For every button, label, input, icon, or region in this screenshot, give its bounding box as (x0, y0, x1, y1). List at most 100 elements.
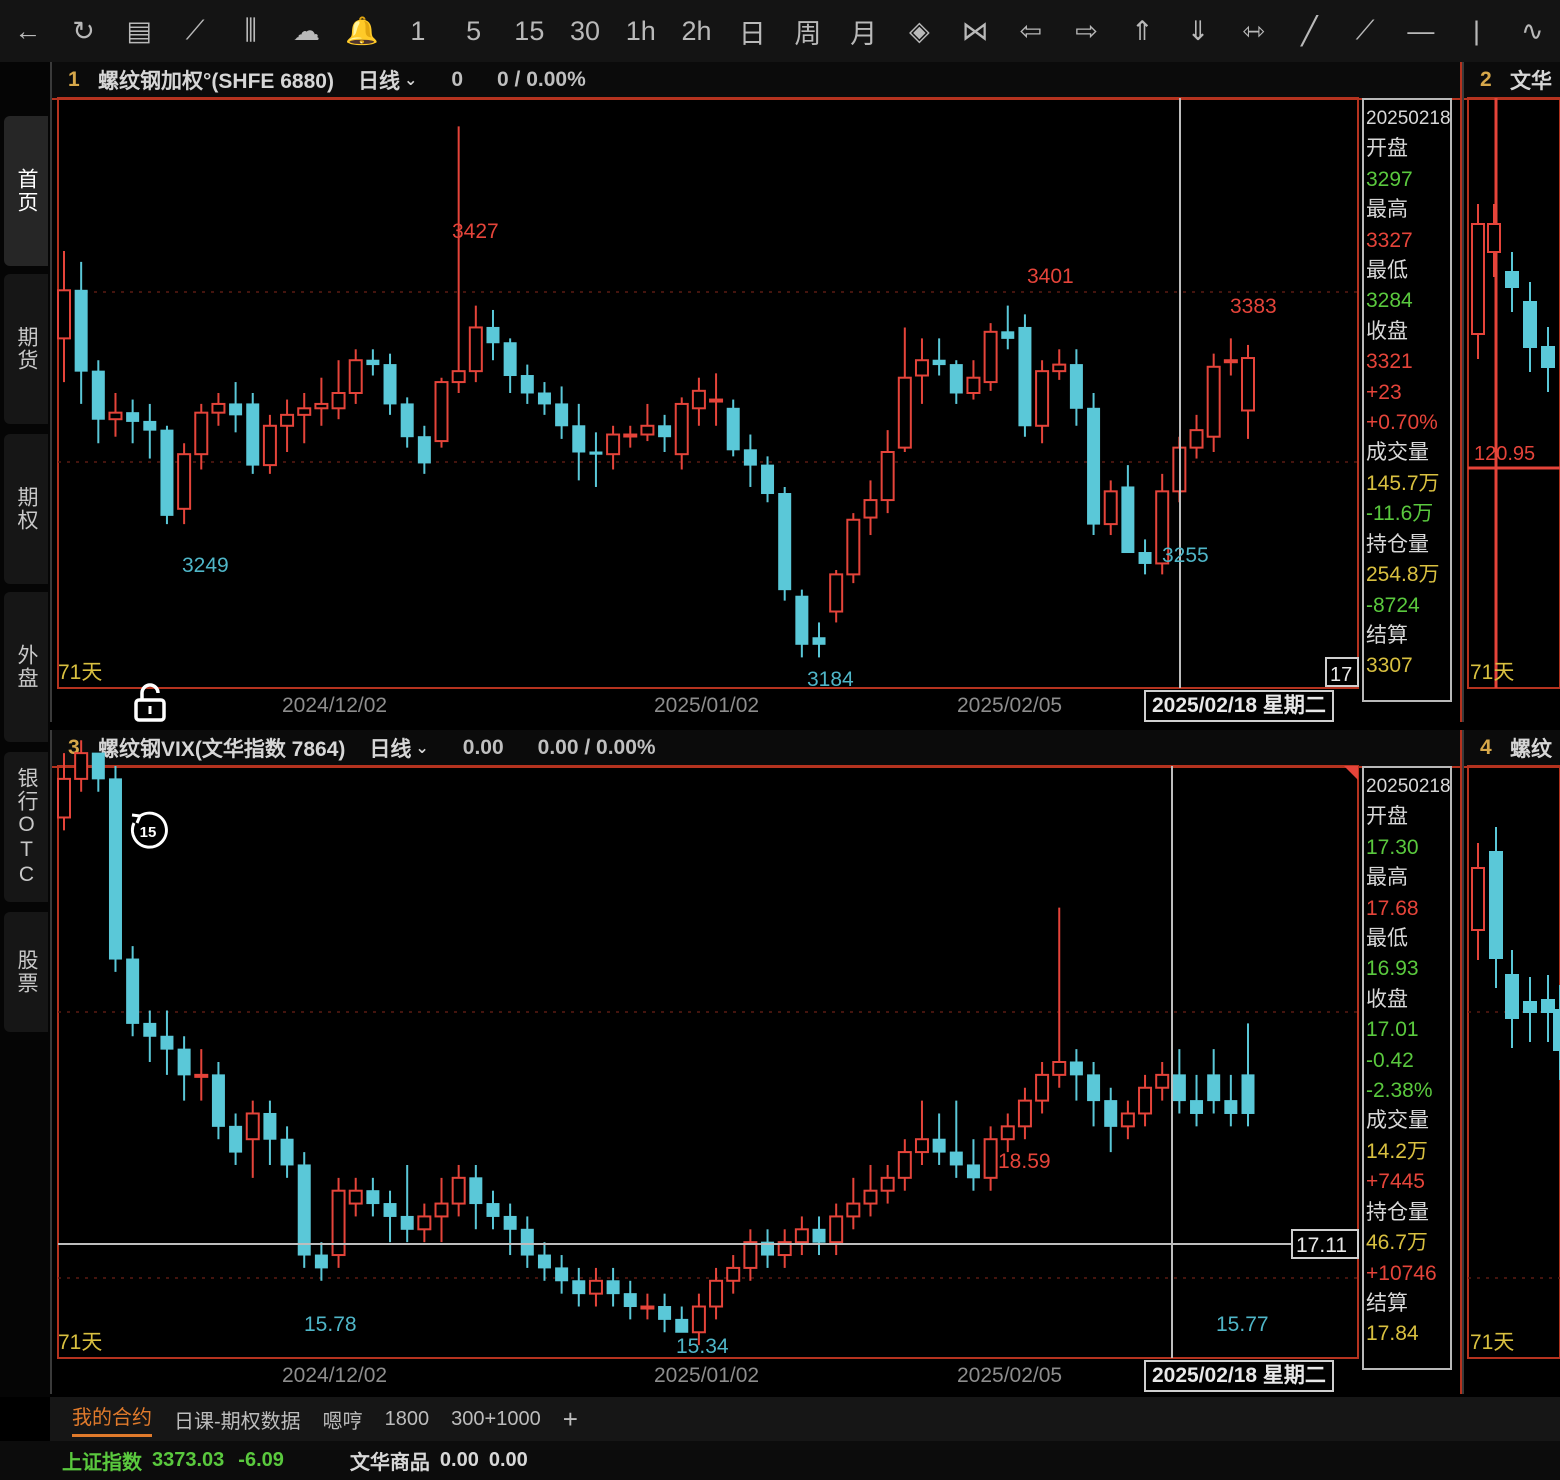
fit-button[interactable]: ⇿ (1226, 0, 1282, 62)
alert-button[interactable]: 🔔 (334, 0, 390, 62)
zoom-out-button[interactable]: ⋈ (947, 0, 1003, 62)
candle (160, 1010, 174, 1075)
sector-change: 0.00 (488, 1449, 528, 1471)
cloud-button[interactable]: ☁ (279, 0, 335, 62)
bottom-tab-2[interactable]: 嗯哼 (323, 1405, 363, 1434)
candle (846, 513, 861, 584)
candle (1224, 1074, 1238, 1127)
line-tool-button[interactable]: ╱ (1282, 0, 1338, 62)
candle (297, 393, 312, 444)
move-right-button[interactable]: ⇨ (1059, 0, 1115, 62)
sector-name[interactable]: 文华商品 (350, 1446, 430, 1475)
candle (606, 1267, 620, 1307)
period-15-button[interactable]: 15 (501, 0, 557, 62)
chart-panel-2[interactable]: 2 文华 120.95 71天 (1462, 62, 1560, 722)
info-row: 结算 (1366, 623, 1408, 647)
candle (417, 425, 431, 474)
period-day-button[interactable]: 日 (724, 0, 780, 62)
quote-list-button[interactable]: ▤ (111, 0, 167, 62)
cursor-date: 2025/02/18 星期二 (1144, 1360, 1334, 1392)
hline-tool-button[interactable]: — (1393, 0, 1449, 62)
chart-panel-1[interactable]: 1 螺纹钢加权°(SHFE 6880) 日线 ⌄ 0 0 / 0.00% 324… (50, 62, 1463, 722)
move-left-button[interactable]: ⇦ (1003, 0, 1059, 62)
candle (503, 338, 517, 393)
info-row: 20250218 (1366, 776, 1451, 797)
replay-15-icon[interactable]: 15 (126, 809, 170, 853)
kline-button[interactable]: ⫼ (223, 0, 279, 62)
candle (880, 430, 895, 514)
candle (589, 432, 603, 487)
period-month-button[interactable]: 月 (836, 0, 892, 62)
corner-marker (1344, 766, 1358, 780)
info-row: 46.7万 (1366, 1231, 1428, 1255)
period-2h-button[interactable]: 2h (669, 0, 725, 62)
add-tab-button[interactable]: + (563, 1404, 578, 1435)
index-name[interactable]: 上证指数 (62, 1446, 142, 1475)
refresh-button[interactable]: ↻ (56, 0, 112, 62)
candle (108, 766, 122, 972)
candle (794, 1216, 809, 1256)
candle (1017, 1087, 1032, 1140)
candle (314, 1242, 328, 1281)
candlestick-chart-2[interactable]: 120.95 71天 (1464, 62, 1560, 722)
candle (1505, 950, 1519, 1048)
candlestick-chart-1[interactable]: 3249 3427 3184 3401 3255 3383 71天 17 (52, 62, 1460, 722)
sidebar-item-1[interactable]: 期货 (4, 274, 48, 424)
sidebar-item-5[interactable]: 股票 (4, 912, 48, 1032)
candle (1138, 539, 1152, 575)
candle (1035, 1062, 1050, 1114)
price-label: 120.95 (1474, 443, 1535, 465)
vline-tool-button[interactable]: | (1449, 0, 1505, 62)
chart-panel-3[interactable]: 3 螺纹钢VIX(文华指数 7864) 日线 ⌄ 0.00 0.00 / 0.0… (50, 730, 1463, 1394)
info-row: 开盘 (1366, 137, 1408, 161)
info-row: +10746 (1366, 1261, 1437, 1285)
wave-tool-button[interactable]: ∿ (1504, 0, 1560, 62)
zoom-in-button[interactable]: ◈ (892, 0, 948, 62)
candlestick-chart-3[interactable]: 17.11 15.78 15.34 18.59 15.77 71天 (52, 730, 1460, 1394)
sidebar-item-2[interactable]: 期权 (4, 434, 48, 584)
period-1-button[interactable]: 1 (390, 0, 446, 62)
date-tick: 2025/02/05 (957, 1364, 1063, 1387)
candle (761, 456, 775, 503)
candlestick-chart-4[interactable]: 71天 (1464, 730, 1560, 1394)
candle (400, 397, 414, 448)
bottom-tab-4[interactable]: 300+1000 (451, 1408, 541, 1431)
candle (1206, 353, 1221, 452)
info-row: 145.7万 (1366, 471, 1440, 495)
bottom-tab-0[interactable]: 我的合约 (72, 1401, 152, 1437)
unlock-icon[interactable] (132, 682, 168, 724)
back-button[interactable]: ← (0, 0, 56, 62)
candle (1471, 843, 1485, 960)
candle (1487, 204, 1501, 277)
extreme-price-label: 15.78 (304, 1313, 357, 1336)
period-30-button[interactable]: 30 (557, 0, 613, 62)
timeshare-chart-button[interactable]: ⟋ (167, 0, 223, 62)
candle (1018, 314, 1032, 437)
sidebar-item-3[interactable]: 外盘 (4, 592, 48, 742)
chart-panel-4[interactable]: 4 螺纹 71天 (1462, 730, 1560, 1394)
info-row: 最低 (1366, 927, 1408, 951)
candle (434, 377, 449, 448)
ray-tool-button[interactable]: ⟋ (1337, 0, 1393, 62)
candle (863, 480, 878, 536)
candle (726, 1255, 741, 1294)
candle (623, 425, 638, 448)
period-5-button[interactable]: 5 (446, 0, 502, 62)
sidebar-item-4[interactable]: 银行OTC (4, 752, 48, 902)
bottom-tab-3[interactable]: 1800 (385, 1408, 430, 1431)
candle (691, 377, 706, 426)
move-up-button[interactable]: ⇑ (1114, 0, 1170, 62)
day-count-label: 71天 (58, 1331, 102, 1354)
sidebar-item-0[interactable]: 首页 (4, 116, 48, 266)
period-week-button[interactable]: 周 (780, 0, 836, 62)
date-tick: 2025/02/05 (957, 694, 1063, 717)
watchlist-tabs: 我的合约 日课-期权数据 嗯哼 1800 300+1000 + (50, 1397, 1560, 1441)
candle (1505, 252, 1519, 312)
period-1h-button[interactable]: 1h (613, 0, 669, 62)
info-row: 最高 (1366, 198, 1408, 222)
move-down-button[interactable]: ⇓ (1170, 0, 1226, 62)
date-axis-1: 2024/12/02 2025/01/02 2025/02/05 2025/02… (52, 690, 1352, 724)
candle (297, 1152, 311, 1268)
candle (983, 323, 998, 391)
bottom-tab-1[interactable]: 日课-期权数据 (174, 1405, 301, 1434)
